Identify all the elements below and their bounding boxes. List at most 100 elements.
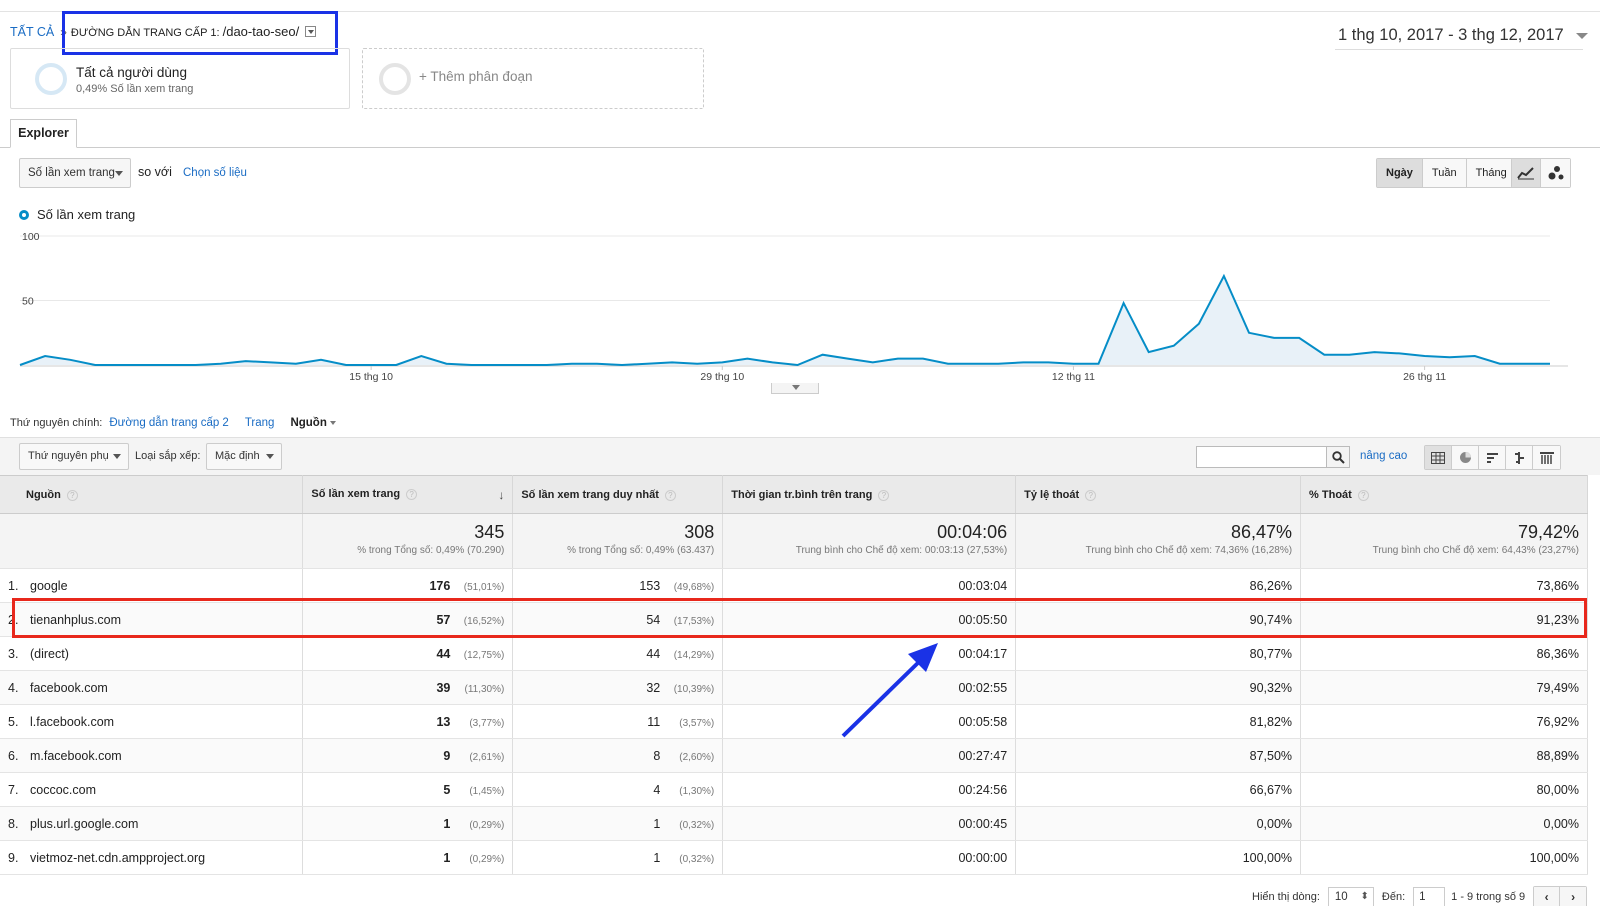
- week-button[interactable]: Tuần: [1422, 159, 1467, 187]
- column-header-label: Nguồn: [26, 488, 61, 501]
- chart-type-group: [1511, 158, 1571, 188]
- source-link[interactable]: google: [30, 579, 68, 593]
- table-row[interactable]: 3. (direct) 44 (12,75%) 44 (14,29%) 00:04:17 80…: [0, 636, 1588, 671]
- sort-type-value: Mặc định: [215, 450, 260, 462]
- unique-pageviews-percent: (1,30%): [679, 785, 715, 797]
- x-tick-label: 12 thg 11: [1052, 371, 1095, 383]
- bubble-chart-icon: [1548, 166, 1563, 180]
- total-subtext: % trong Tổng số: 0,49% (63.437): [567, 545, 715, 556]
- page-range-text: 1 - 9 trong số 9: [1451, 891, 1526, 903]
- metric-select[interactable]: Số lần xem trang: [19, 158, 131, 188]
- exit-rate-cell: 100,00%: [1300, 840, 1588, 875]
- choose-metric-link[interactable]: Chọn số liệu: [183, 167, 247, 179]
- month-button[interactable]: Tháng: [1466, 159, 1516, 187]
- unique-pageviews-cell: 44 (14,29%): [512, 636, 724, 671]
- next-page-button[interactable]: ›: [1560, 887, 1587, 906]
- table-row[interactable]: 8. plus.url.google.com 1 (0,29%) 1 (0,32%) 00:…: [0, 806, 1588, 841]
- goto-page-input[interactable]: 1: [1413, 887, 1446, 906]
- total-value: 308: [684, 522, 715, 542]
- exit-rate-cell: 80,00%: [1300, 772, 1588, 807]
- pageviews-percent: (0,29%): [469, 819, 505, 831]
- pageviews-percent: (2,61%): [469, 751, 505, 763]
- add-segment-button[interactable]: + Thêm phân đoạn: [362, 48, 704, 109]
- rows-per-page-select[interactable]: 10: [1327, 887, 1374, 906]
- row-rank: 7.: [8, 782, 19, 797]
- column-header-avg-time[interactable]: Thời gian tr.bình trên trang?: [722, 475, 1017, 514]
- table-row[interactable]: 6. m.facebook.com 9 (2,61%) 8 (2,60%) 00:27:47…: [0, 738, 1588, 773]
- source-cell: 6. m.facebook.com: [0, 738, 304, 773]
- chevron-down-icon: [1575, 32, 1588, 39]
- pivot-icon: [1539, 451, 1554, 464]
- chevron-down-icon[interactable]: [329, 421, 336, 425]
- table-search-input[interactable]: [1196, 446, 1326, 468]
- table-row[interactable]: 7. coccoc.com 5 (1,45%) 4 (1,30%) 00:24:56 66,6…: [0, 772, 1588, 807]
- date-range-picker[interactable]: 1 thg 10, 2017 - 3 thg 12, 2017: [1338, 26, 1588, 45]
- source-link[interactable]: (direct): [30, 647, 69, 661]
- avg-time-cell: 00:24:56: [722, 772, 1017, 807]
- pageviews-value: 1: [443, 816, 451, 831]
- advanced-filter-link[interactable]: nâng cao: [1360, 450, 1407, 462]
- x-tick-label: 15 thg 10: [349, 371, 393, 383]
- totals-cell: 86,47% Trung bình cho Chế độ xem: 74,36% …: [1015, 513, 1302, 569]
- source-link[interactable]: coccoc.com: [30, 783, 96, 797]
- column-header-bounce-rate[interactable]: Tỷ lệ thoát?: [1015, 475, 1302, 514]
- unique-pageviews-value: 4: [653, 782, 661, 797]
- help-icon: ?: [664, 489, 676, 501]
- column-header-source[interactable]: Nguồn?: [0, 475, 304, 514]
- search-button[interactable]: [1326, 446, 1350, 468]
- column-header-label: Số lần xem trang: [311, 487, 401, 500]
- bounce-rate-cell: 0,00%: [1015, 806, 1302, 841]
- line-chart-icon: [1517, 167, 1534, 180]
- source-link[interactable]: m.facebook.com: [30, 749, 122, 763]
- dimension-option-source[interactable]: Nguồn: [290, 417, 326, 429]
- comparison-view-button[interactable]: [1506, 446, 1533, 469]
- performance-view-button[interactable]: [1479, 446, 1506, 469]
- metric-select-value: Số lần xem trang: [28, 167, 115, 179]
- chart-collapse-toggle[interactable]: [771, 383, 819, 394]
- pie-view-button[interactable]: [1452, 446, 1479, 469]
- source-link[interactable]: facebook.com: [30, 681, 108, 695]
- source-link[interactable]: plus.url.google.com: [30, 817, 138, 831]
- prev-page-button[interactable]: ‹: [1534, 887, 1561, 906]
- dimension-option-page[interactable]: Trang: [245, 417, 275, 429]
- pageviews-value: 44: [436, 646, 451, 661]
- y-tick-label: 100: [22, 231, 40, 243]
- search-icon: [1331, 450, 1345, 464]
- tab-divider: [0, 147, 1600, 148]
- sort-type-select[interactable]: Mặc định: [206, 443, 282, 470]
- column-header-unique-pageviews[interactable]: Số lần xem trang duy nhất?: [512, 475, 724, 514]
- comparison-icon: [1514, 451, 1524, 464]
- day-button[interactable]: Ngày: [1377, 159, 1423, 187]
- source-link[interactable]: l.facebook.com: [30, 715, 114, 729]
- line-chart-button[interactable]: [1512, 159, 1541, 187]
- sort-desc-icon: ↓: [498, 487, 505, 502]
- highlight-box-red: [12, 598, 1587, 638]
- table-row[interactable]: 4. facebook.com 39 (11,30%) 32 (10,39%) 00:02:…: [0, 670, 1588, 705]
- pageviews-percent: (12,75%): [463, 649, 505, 661]
- pageviews-percent: (51,01%): [463, 581, 505, 593]
- help-icon: ?: [406, 488, 418, 500]
- column-header-pageviews[interactable]: Số lần xem trang? ↓: [302, 475, 514, 514]
- exit-rate-cell: 76,92%: [1300, 704, 1588, 739]
- column-header-exit-rate[interactable]: % Thoát?: [1300, 475, 1588, 514]
- pageviews-value: 13: [436, 714, 451, 729]
- source-link[interactable]: vietmoz-net.cdn.ampproject.org: [30, 851, 205, 865]
- table-row[interactable]: 5. l.facebook.com 13 (3,77%) 11 (3,57%) 00:05:…: [0, 704, 1588, 739]
- row-rank: 6.: [8, 748, 19, 763]
- pivot-view-button[interactable]: [1533, 446, 1560, 469]
- page-nav: ‹ ›: [1533, 886, 1588, 906]
- tab-explorer[interactable]: Explorer: [10, 119, 77, 148]
- totals-label-cell: [0, 513, 304, 569]
- motion-chart-button[interactable]: [1541, 159, 1570, 187]
- data-view-button[interactable]: [1425, 446, 1452, 469]
- chevron-down-icon: [266, 454, 274, 459]
- dimension-option-path-level-2[interactable]: Đường dẫn trang cấp 2: [109, 417, 228, 429]
- pageviews-value: 5: [443, 782, 451, 797]
- breadcrumb-root-link[interactable]: TẤT CẢ: [10, 25, 54, 39]
- table-row[interactable]: 9. vietmoz-net.cdn.ampproject.org 1 (0,29%)…: [0, 840, 1588, 875]
- secondary-dimension-select[interactable]: Thứ nguyên phụ: [19, 443, 129, 470]
- column-header-label: % Thoát: [1309, 488, 1352, 501]
- segment-subtitle: 0,49% Số lần xem trang: [76, 83, 194, 95]
- total-subtext: % trong Tổng số: 0,49% (70.290): [357, 545, 505, 556]
- segment-all-users[interactable]: Tất cả người dùng 0,49% Số lần xem trang: [10, 48, 350, 109]
